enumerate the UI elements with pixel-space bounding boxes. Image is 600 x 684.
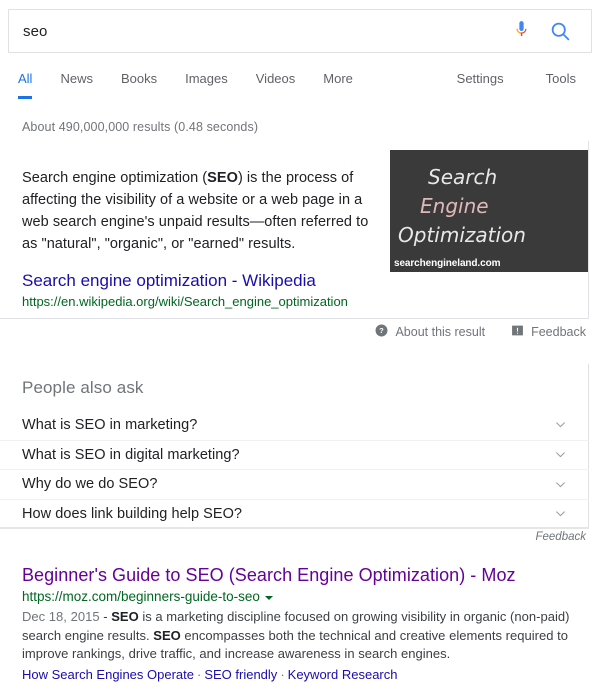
svg-text:Search: Search [428,165,497,189]
date-separator: - [99,609,112,624]
desc-bold-term-1: SEO [111,609,139,624]
paa-question-row[interactable]: Why do we do SEO? [0,469,589,499]
tab-videos[interactable]: Videos [242,70,310,88]
svg-text:Optimization: Optimization [398,223,526,247]
sitelink-separator: · [280,666,285,682]
chevron-down-icon[interactable] [553,477,567,491]
settings-button[interactable]: Settings [415,70,504,88]
snippet-feedback-label: Feedback [531,325,586,339]
tab-news[interactable]: News [46,70,107,88]
tools-button[interactable]: Tools [504,70,576,88]
tab-more[interactable]: More [309,70,367,88]
microphone-icon[interactable] [513,20,530,42]
search-tabs-right: Settings Tools [415,70,600,88]
featured-snippet-thumbnail[interactable]: Search Engine Optimization searchenginel… [390,150,588,272]
featured-snippet-text: Search engine optimization (SEO) is the … [22,167,372,255]
snippet-bold-term: SEO [207,170,238,186]
people-also-ask-heading: People also ask [22,378,144,397]
chevron-down-icon[interactable] [553,448,567,462]
tab-books[interactable]: Books [107,70,171,88]
chevron-down-icon[interactable] [553,507,567,521]
organic-result-description: Dec 18, 2015 - SEO is a marketing discip… [22,608,582,664]
people-also-ask-list: What is SEO in marketing? What is SEO in… [0,410,589,528]
featured-snippet-title-link[interactable]: Search engine optimization - Wikipedia [22,270,382,292]
paa-question-row[interactable]: What is SEO in marketing? [0,410,589,440]
sitelink-keyword-research[interactable]: Keyword Research [288,667,398,682]
result-stats: About 490,000,000 results (0.48 seconds) [22,120,259,134]
paa-question-label: Why do we do SEO? [22,476,158,493]
snippet-feedback-button[interactable]: Feedback [511,324,586,340]
feedback-flag-icon [511,324,524,340]
paa-question-label: How does link building help SEO? [22,505,243,522]
organic-result-date: Dec 18, 2015 [22,609,100,624]
search-tabs-left: All News Books Images Videos More [0,70,367,99]
chevron-down-icon[interactable] [553,418,567,432]
featured-snippet-body: Search engine optimization (SEO) is the … [22,167,372,255]
paa-question-row[interactable]: What is SEO in digital marketing? [0,439,589,470]
desc-bold-term-2: SEO [153,627,181,643]
sitelink-how-search-engines-operate[interactable]: How Search Engines Operate [22,667,194,682]
organic-result-sitelinks: How Search Engines Operate · SEO friendly ·… [22,666,582,684]
featured-snippet-link-block: Search engine optimization - Wikipedia h… [22,270,382,311]
paa-question-row[interactable]: How does link building help SEO? [0,498,589,529]
sitelink-seo-friendly[interactable]: SEO friendly [204,667,277,682]
paa-question-label: What is SEO in marketing? [22,416,198,433]
search-bar-actions [513,20,591,42]
organic-result: Beginner's Guide to SEO (Search Engine O… [22,563,582,684]
search-input[interactable]: seo [9,23,513,40]
about-this-result-button[interactable]: ? About this result [375,324,485,340]
thumbnail-caption: searchengineland.com [394,258,501,269]
people-also-ask-card: People also ask What is SEO in marketing… [0,364,589,529]
featured-snippet-url: https://en.wikipedia.org/wiki/Search_eng… [22,294,348,309]
paa-question-label: What is SEO in digital marketing? [22,446,240,463]
snippet-text-before: Search engine optimization ( [22,170,208,186]
caret-down-icon[interactable] [264,596,273,600]
people-also-ask-feedback-link[interactable]: Feedback [535,531,586,543]
search-icon[interactable] [550,21,571,42]
about-this-result-label: About this result [395,325,486,339]
svg-text:?: ? [380,326,385,335]
organic-result-url: https://moz.com/beginners-guide-to-seo [22,589,260,604]
search-tabs: All News Books Images Videos More Settin… [0,70,600,104]
organic-result-title-link[interactable]: Beginner's Guide to SEO (Search Engine O… [22,563,582,587]
organic-result-url-row: https://moz.com/beginners-guide-to-seo [22,588,582,606]
search-bar[interactable]: seo [8,9,592,53]
about-result-row: ? About this result Feedback [375,324,586,340]
tab-images[interactable]: Images [171,70,242,88]
svg-text:Engine: Engine [420,194,489,218]
question-mark-circle-icon: ? [375,324,388,340]
sitelink-separator: · [196,666,202,682]
tab-all[interactable]: All [18,70,46,99]
